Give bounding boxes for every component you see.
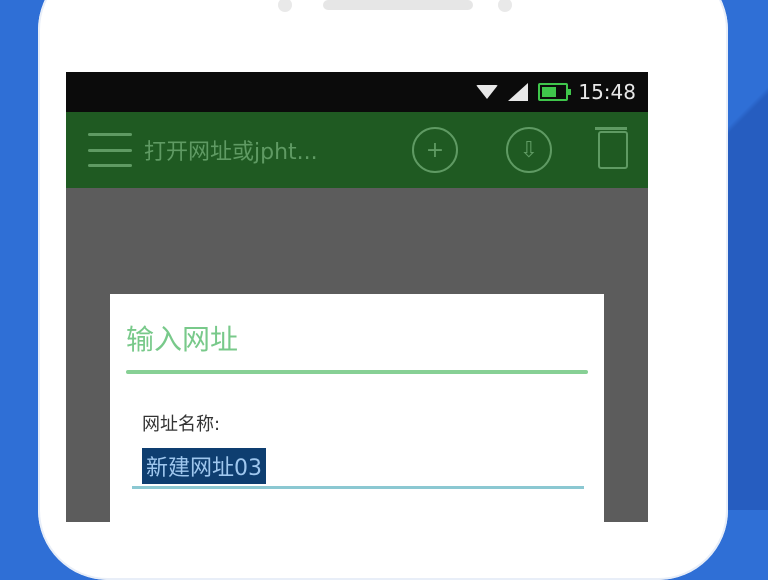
dialog-title: 输入网址	[126, 323, 239, 356]
input-url-dialog: 输入网址 网址名称: 新建网址03	[110, 294, 604, 522]
url-name-value: 新建网址03	[142, 448, 266, 484]
url-name-input[interactable]: 新建网址03	[132, 446, 584, 489]
app-toolbar: 打开网址或jpht... + ⇩	[66, 112, 648, 188]
url-name-label: 网址名称:	[142, 414, 221, 435]
toolbar-title: 打开网址或jpht...	[144, 140, 318, 165]
battery-icon	[538, 83, 572, 101]
wifi-icon	[476, 85, 499, 99]
status-time: 15:48	[578, 80, 636, 104]
status-bar: 15:48	[66, 72, 648, 112]
menu-icon[interactable]	[88, 133, 132, 167]
phone-screen: 15:48 打开网址或jpht... + ⇩ 输入网址 网址名称: 新建网址03	[66, 72, 648, 522]
add-icon[interactable]: +	[412, 127, 458, 173]
phone-speaker	[323, 0, 473, 10]
download-icon[interactable]: ⇩	[506, 127, 552, 173]
trash-icon[interactable]	[595, 127, 628, 169]
phone-camera	[498, 0, 512, 12]
phone-sensor	[278, 0, 292, 12]
signal-icon	[508, 83, 529, 101]
dialog-title-divider	[126, 370, 588, 374]
